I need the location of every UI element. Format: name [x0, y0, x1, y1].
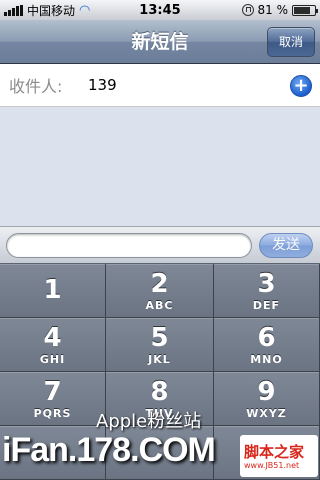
wifi-icon: ◠: [79, 2, 91, 18]
key-digit: 8: [150, 376, 169, 407]
key-bottom-right[interactable]: [214, 426, 320, 480]
recipient-row[interactable]: 收件人: 139 +: [0, 64, 320, 107]
numeric-keypad: 1 2 ABC 3 DEF 4 GHI 5 JKL 6 MNO 7 PQRS 8 TUV 9W…: [0, 264, 320, 480]
key-digit: 9: [257, 376, 276, 407]
key-letters: GHI: [39, 352, 66, 366]
add-contact-button[interactable]: +: [290, 75, 312, 97]
key-2[interactable]: 2 ABC: [106, 264, 214, 318]
key-3[interactable]: 3 DEF: [214, 264, 320, 318]
cancel-button[interactable]: 取消: [267, 27, 315, 57]
key-digit: 6: [257, 322, 276, 353]
key-letters: MNO: [250, 352, 283, 366]
compose-bar: 发送: [0, 226, 320, 264]
key-digit: 1: [43, 275, 62, 305]
key-9[interactable]: 9 WXYZ: [214, 372, 320, 426]
status-bar: 中国移动 ◠ 13:45 81 %: [0, 0, 320, 20]
message-thread-area: [0, 107, 320, 226]
key-8[interactable]: 8 TUV: [106, 372, 214, 426]
plus-icon: +: [293, 75, 309, 96]
battery-fill: [294, 6, 311, 14]
rotation-lock-icon: [241, 4, 254, 16]
key-letters: JKL: [148, 352, 171, 366]
key-1[interactable]: 1: [0, 264, 106, 318]
key-letters: DEF: [252, 298, 281, 312]
key-digit: 4: [43, 322, 62, 353]
key-4[interactable]: 4 GHI: [0, 318, 106, 372]
message-input[interactable]: [6, 233, 252, 258]
battery-icon: [292, 4, 318, 16]
battery-percent: 81 %: [257, 3, 289, 17]
key-letters: WXYZ: [246, 406, 287, 420]
key-digit: 7: [43, 376, 62, 407]
status-right: 81 %: [241, 3, 318, 17]
key-0[interactable]: [106, 426, 214, 480]
recipient-field[interactable]: 139: [88, 76, 117, 94]
send-button[interactable]: 发送: [259, 233, 313, 258]
key-5[interactable]: 5 JKL: [106, 318, 214, 372]
key-letters: ABC: [145, 298, 174, 312]
key-6[interactable]: 6 MNO: [214, 318, 320, 372]
key-digit: 3: [257, 268, 276, 299]
recipient-label: 收件人:: [9, 77, 63, 96]
key-7[interactable]: 7 PQRS: [0, 372, 106, 426]
signal-strength-icon: [4, 4, 23, 16]
key-digit: 2: [150, 268, 169, 299]
navigation-bar: 新短信 取消: [0, 20, 320, 64]
status-left: 中国移动 ◠: [4, 2, 90, 19]
carrier-name: 中国移动: [27, 3, 76, 18]
key-letters: PQRS: [33, 406, 72, 420]
key-digit: 5: [150, 322, 169, 353]
key-bottom-left[interactable]: [0, 426, 106, 480]
key-letters: TUV: [145, 406, 174, 420]
